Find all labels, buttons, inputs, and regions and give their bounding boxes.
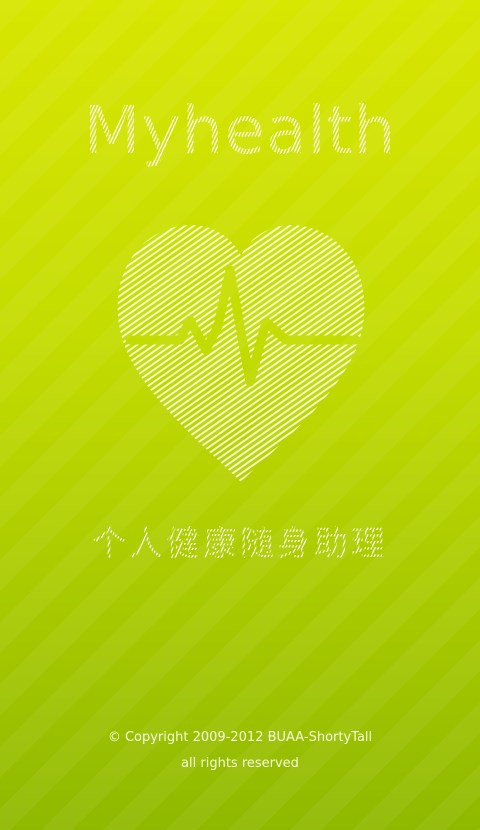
heart-pulse-icon	[110, 210, 372, 490]
rights-text: all rights reserved	[181, 756, 299, 771]
copyright-text: © Copyright 2009-2012 BUAA-ShortyTall	[107, 730, 373, 745]
tagline: 个人健康随身助理	[0, 520, 480, 568]
app-title: Myhealth	[0, 86, 480, 176]
heart-shape	[117, 225, 365, 482]
